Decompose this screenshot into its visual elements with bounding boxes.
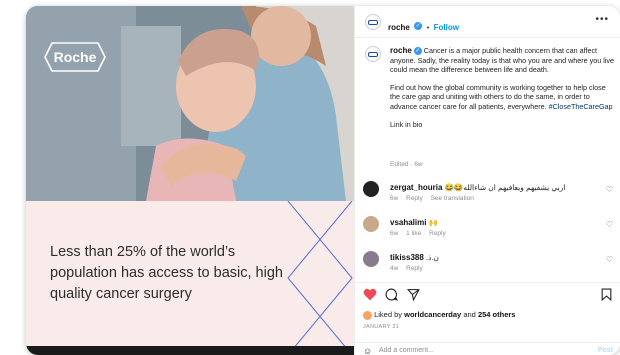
commenter-username[interactable]: tikiss388 bbox=[390, 253, 424, 262]
likes-prefix: Liked by bbox=[374, 310, 403, 319]
commenter-avatar[interactable] bbox=[363, 251, 379, 267]
caption-username[interactable]: roche bbox=[390, 46, 412, 55]
commenter-username[interactable]: vsahalimi bbox=[390, 218, 426, 227]
comment-item: tikiss388 .ن.ذ 4w Reply ♡ bbox=[355, 251, 620, 281]
author-header-line: roche ✓ • Follow bbox=[388, 17, 459, 35]
post-photo: Roche bbox=[26, 6, 354, 201]
media-bottom-bar bbox=[26, 346, 354, 355]
comment-item: zergat_houria 😂😂اربي يشفيهم ويعافيهم ان … bbox=[355, 181, 620, 211]
comment-text: .ن.ذ bbox=[425, 253, 439, 262]
logo-text: Roche bbox=[53, 49, 97, 65]
follow-button[interactable]: Follow bbox=[434, 23, 459, 32]
likes-summary: Liked by worldcancerday and 254 others bbox=[363, 310, 515, 320]
link-in-bio: Link in bio bbox=[390, 119, 423, 129]
verified-icon: ✓ bbox=[414, 21, 423, 30]
post-modal: Roche Less than 25% of the world’s popul… bbox=[26, 6, 620, 355]
add-comment-bar: ☺ Add a comment... Post bbox=[355, 342, 620, 355]
liker-username[interactable]: worldcancerday bbox=[404, 310, 461, 319]
share-icon[interactable] bbox=[407, 288, 420, 301]
comment-meta: 6w Reply See translation bbox=[390, 195, 480, 202]
caption-avatar[interactable] bbox=[365, 46, 381, 62]
roche-logo: Roche bbox=[44, 42, 106, 72]
author-username[interactable]: roche bbox=[388, 23, 410, 32]
comment-line: tikiss388 .ن.ذ bbox=[390, 253, 439, 262]
comment-like-icon[interactable]: ♡ bbox=[606, 185, 613, 194]
likes-count[interactable]: 254 others bbox=[478, 310, 516, 319]
hashtag-link[interactable]: #CloseTheCareGap bbox=[549, 102, 613, 111]
comment-text: 🙌 bbox=[428, 218, 438, 227]
verified-icon: ✓ bbox=[413, 47, 422, 56]
commenter-avatar[interactable] bbox=[363, 181, 379, 197]
commenter-avatar[interactable] bbox=[363, 216, 379, 232]
commenter-username[interactable]: zergat_houria bbox=[390, 183, 442, 192]
comment-item: vsahalimi 🙌 6w 1 like Reply ♡ bbox=[355, 216, 620, 246]
see-translation-button[interactable]: See translation bbox=[431, 195, 474, 202]
reply-button[interactable]: Reply bbox=[429, 230, 446, 237]
more-options-icon[interactable]: ••• bbox=[595, 14, 609, 25]
comment-icon[interactable] bbox=[385, 288, 398, 301]
comment-like-count[interactable]: 1 like bbox=[406, 230, 421, 237]
comment-line: vsahalimi 🙌 bbox=[390, 218, 438, 227]
comment-line: zergat_houria 😂😂اربي يشفيهم ويعافيهم ان … bbox=[390, 183, 565, 192]
caption-text-1: Cancer is a major public health concern … bbox=[390, 46, 615, 75]
separator-dot: • bbox=[426, 25, 430, 32]
bookmark-icon[interactable] bbox=[601, 288, 612, 301]
author-avatar[interactable] bbox=[365, 14, 381, 30]
reply-button[interactable]: Reply bbox=[406, 195, 423, 202]
post-details-panel: roche ✓ • Follow ••• roche ✓ Cancer is a… bbox=[354, 6, 620, 355]
reply-button[interactable]: Reply bbox=[406, 265, 423, 272]
likes-mid: and bbox=[463, 310, 476, 319]
edited-timestamp: Edited · 6w bbox=[390, 161, 423, 168]
comment-text: 😂😂اربي يشفيهم ويعافيهم ان شاءالله bbox=[444, 183, 566, 192]
comment-time: 6w bbox=[390, 230, 399, 237]
post-media[interactable]: Roche Less than 25% of the world’s popul… bbox=[26, 6, 354, 355]
post-caption: roche ✓ Cancer is a major public health … bbox=[390, 46, 614, 137]
comment-meta: 4w Reply bbox=[390, 265, 429, 272]
comment-time: 6w bbox=[390, 195, 399, 202]
comment-time: 4w bbox=[390, 265, 399, 272]
comment-like-icon[interactable]: ♡ bbox=[606, 255, 613, 264]
liker-avatar-icon bbox=[363, 310, 372, 320]
post-date: JANUARY 31 bbox=[363, 324, 400, 330]
action-bar bbox=[355, 282, 620, 306]
media-caption: Less than 25% of the world’s population … bbox=[50, 244, 283, 302]
emoji-icon[interactable]: ☺ bbox=[363, 346, 372, 355]
comment-meta: 6w 1 like Reply bbox=[390, 230, 452, 237]
photo-illustration bbox=[26, 6, 354, 201]
heart-icon[interactable] bbox=[363, 288, 377, 301]
screenshot-frame: Roche Less than 25% of the world’s popul… bbox=[0, 0, 620, 355]
post-header: roche ✓ • Follow ••• bbox=[355, 6, 620, 38]
post-comment-button[interactable]: Post bbox=[598, 347, 613, 354]
comment-like-icon[interactable]: ♡ bbox=[606, 220, 613, 229]
comment-input[interactable]: Add a comment... bbox=[379, 347, 434, 354]
